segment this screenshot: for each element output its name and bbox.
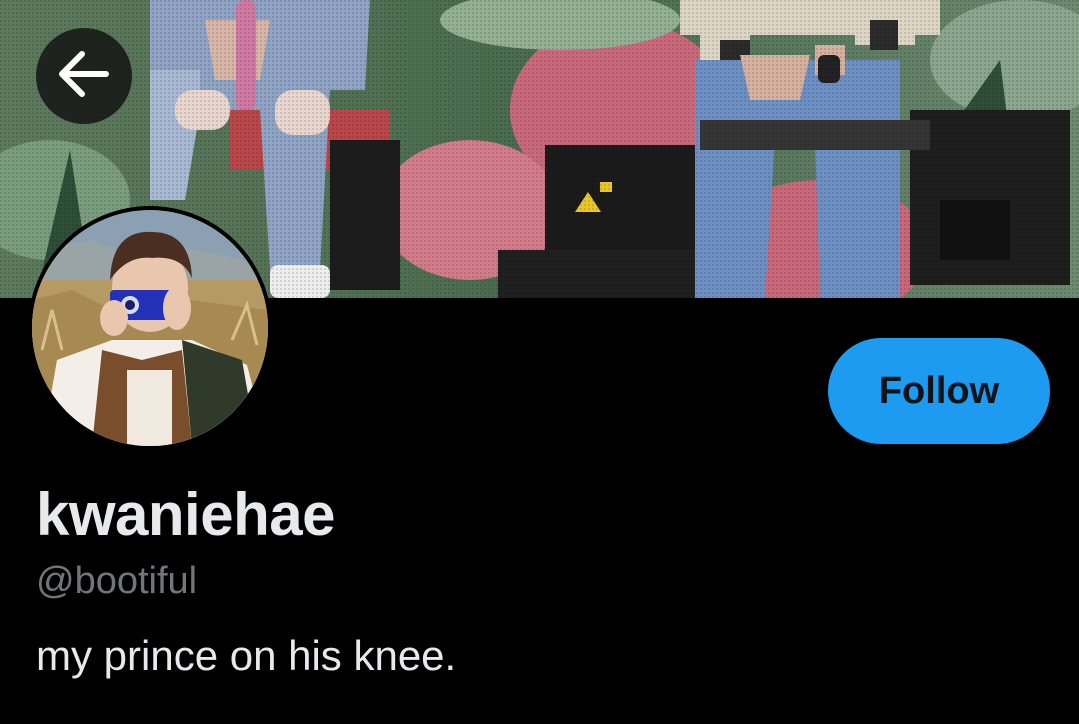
follow-button[interactable]: Follow (828, 338, 1050, 444)
avatar-image (32, 210, 268, 446)
back-button[interactable] (36, 28, 132, 124)
arrow-left-icon (58, 50, 110, 103)
display-name: kwaniehae (36, 481, 336, 548)
profile-bio: my prince on his knee. (36, 632, 457, 679)
avatar[interactable] (28, 206, 272, 450)
user-handle: @bootiful (36, 560, 198, 602)
